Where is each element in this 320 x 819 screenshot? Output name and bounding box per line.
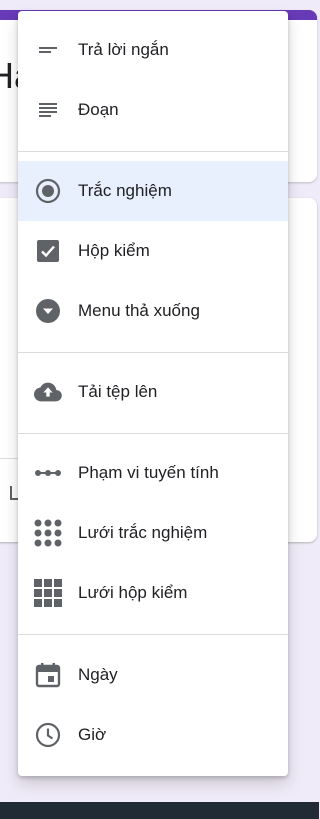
menu-item-linear-scale[interactable]: Phạm vi tuyến tính	[18, 443, 288, 503]
menu-divider	[18, 151, 288, 152]
menu-item-label: Menu thả xuống	[78, 301, 200, 320]
multiple-choice-grid-icon	[34, 519, 62, 547]
menu-item-checkbox-grid[interactable]: Lưới hộp kiểm	[18, 563, 288, 623]
linear-scale-icon	[34, 459, 62, 487]
menu-item-time[interactable]: Giờ	[18, 705, 288, 765]
clock-icon	[34, 721, 62, 749]
menu-item-label: Lưới trắc nghiệm	[78, 523, 208, 542]
menu-item-multiple-choice-grid[interactable]: Lưới trắc nghiệm	[18, 503, 288, 563]
menu-item-label: Đoạn	[78, 100, 119, 119]
bottom-bar	[0, 802, 319, 819]
menu-item-checkboxes[interactable]: Hộp kiểm	[18, 221, 288, 281]
menu-item-label: Lưới hộp kiểm	[78, 583, 188, 602]
menu-item-label: Ngày	[78, 665, 118, 684]
menu-item-dropdown[interactable]: Menu thả xuống	[18, 281, 288, 341]
checkbox-icon	[34, 237, 62, 265]
menu-item-label: Hộp kiểm	[78, 241, 150, 260]
checkbox-grid-icon	[34, 579, 62, 607]
menu-item-label: Phạm vi tuyến tính	[78, 463, 219, 482]
menu-item-file-upload[interactable]: Tải tệp lên	[18, 362, 288, 422]
menu-item-multiple-choice[interactable]: Trắc nghiệm	[18, 161, 288, 221]
menu-item-label: Tải tệp lên	[78, 382, 158, 401]
question-type-menu: Trả lời ngắn Đoạn Trắc nghiệm Hộp kiểm M…	[18, 11, 288, 776]
menu-item-short-answer[interactable]: Trả lời ngắn	[18, 20, 288, 80]
paragraph-icon	[34, 96, 62, 124]
menu-item-label: Trắc nghiệm	[78, 181, 172, 200]
menu-item-paragraph[interactable]: Đoạn	[18, 80, 288, 140]
menu-divider	[18, 352, 288, 353]
menu-item-date[interactable]: Ngày	[18, 645, 288, 705]
cloud-upload-icon	[34, 378, 62, 406]
menu-divider	[18, 634, 288, 635]
menu-item-label: Trả lời ngắn	[78, 40, 169, 59]
menu-divider	[18, 433, 288, 434]
calendar-icon	[34, 661, 62, 689]
short-answer-icon	[34, 36, 62, 64]
menu-item-label: Giờ	[78, 725, 107, 744]
radio-button-icon	[34, 177, 62, 205]
dropdown-icon	[34, 297, 62, 325]
